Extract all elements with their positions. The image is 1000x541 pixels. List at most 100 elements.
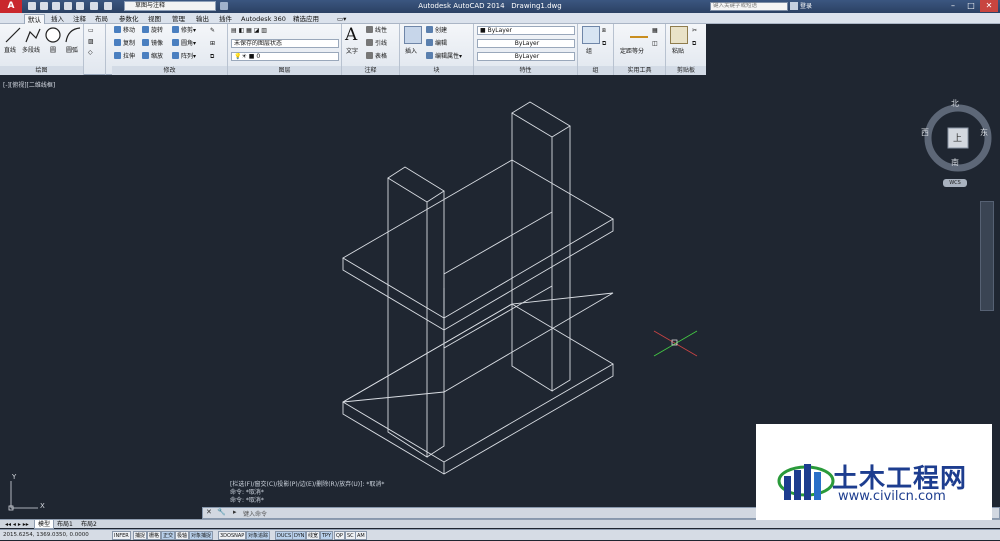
- tab-layout[interactable]: 布局: [92, 14, 111, 24]
- divide-label[interactable]: 定距等分: [620, 46, 644, 55]
- tab-autodesk360[interactable]: Autodesk 360: [238, 14, 289, 24]
- tab-insert[interactable]: 插入: [48, 14, 67, 24]
- group-edit-icon[interactable]: ⧉: [602, 39, 606, 48]
- clipboard-panel-title[interactable]: 剪贴板: [666, 66, 706, 75]
- lineweight-dropdown[interactable]: ByLayer: [477, 52, 575, 61]
- workspace-dropdown[interactable]: 草图与注释: [124, 1, 216, 11]
- tab-layout1[interactable]: 布局1: [54, 520, 76, 529]
- groups-panel-title[interactable]: 组: [578, 66, 613, 75]
- tab-view[interactable]: 视图: [145, 14, 164, 24]
- plot-icon[interactable]: [76, 2, 84, 10]
- toggle-dyn[interactable]: DYN: [292, 531, 307, 540]
- save-icon[interactable]: [52, 2, 60, 10]
- paste-label[interactable]: 粘贴: [672, 46, 684, 55]
- offset-icon[interactable]: ⧉: [210, 52, 214, 61]
- tab-layout2[interactable]: 布局2: [78, 520, 100, 529]
- insert-label[interactable]: 插入: [405, 46, 417, 55]
- layers-panel-title[interactable]: 图层: [228, 66, 341, 75]
- tab-parametric[interactable]: 参数化: [116, 14, 142, 24]
- arc-icon[interactable]: [64, 26, 82, 44]
- navigation-bar[interactable]: [980, 201, 994, 311]
- wcs-menu[interactable]: WCS: [943, 179, 967, 187]
- group-label[interactable]: 组: [586, 46, 592, 55]
- edit-attributes-tool[interactable]: 编辑属性▾: [426, 52, 462, 61]
- linear-dim-tool[interactable]: 线性: [366, 26, 387, 35]
- viewcube-south[interactable]: 南: [951, 157, 959, 168]
- group-icon[interactable]: [582, 26, 600, 44]
- copy-tool[interactable]: 复制: [114, 39, 135, 48]
- utilities-panel-title[interactable]: 实用工具: [614, 66, 665, 75]
- trim-tool[interactable]: 修剪▾: [172, 26, 196, 35]
- close-command-icon[interactable]: ✕: [206, 508, 212, 516]
- toggle-polar[interactable]: 极轴: [175, 531, 190, 540]
- text-label[interactable]: 文字: [346, 46, 358, 55]
- layout-nav-icons[interactable]: ◂◂ ◂ ▸ ▸▸: [2, 520, 32, 529]
- layer-dropdown[interactable]: 💡☀ ■ 0: [231, 52, 339, 61]
- layer-tools-icons[interactable]: ▤ ◧ ▦ ◪ ▥: [231, 26, 267, 35]
- login-button[interactable]: 登录: [800, 1, 812, 12]
- stretch-tool[interactable]: 拉伸: [114, 52, 135, 61]
- viewcube-top-face[interactable]: 上: [953, 131, 962, 144]
- coordinate-readout[interactable]: 2015.6254, 1369.0350, 0.0000: [3, 530, 89, 541]
- rectangle-icon[interactable]: ▭: [88, 26, 94, 35]
- ungroup-icon[interactable]: ⧈: [602, 26, 606, 35]
- edit-block-tool[interactable]: 编辑: [426, 39, 447, 48]
- toggle-ducs[interactable]: DUCS: [275, 531, 294, 540]
- open-icon[interactable]: [40, 2, 48, 10]
- tab-output[interactable]: 输出: [193, 14, 212, 24]
- rotate-tool[interactable]: 旋转: [142, 26, 163, 35]
- layer-state-dropdown[interactable]: 未保存的图层状态: [231, 39, 339, 48]
- toggle-infer[interactable]: INFER: [112, 531, 131, 540]
- viewcube-east[interactable]: 东: [980, 127, 988, 138]
- application-button[interactable]: A: [0, 0, 22, 13]
- toggle-qp[interactable]: QP: [334, 531, 345, 540]
- region-icon[interactable]: ◇: [88, 48, 93, 57]
- cut-icon[interactable]: ✂: [692, 26, 697, 35]
- linetype-dropdown[interactable]: ByLayer: [477, 39, 575, 48]
- leader-tool[interactable]: 引线: [366, 39, 387, 48]
- color-dropdown[interactable]: ■ ByLayer: [477, 26, 575, 35]
- annotation-panel-title[interactable]: 注释: [342, 66, 399, 75]
- viewcube-west[interactable]: 西: [921, 127, 929, 138]
- paste-icon[interactable]: [670, 26, 688, 44]
- new-icon[interactable]: [28, 2, 36, 10]
- fillet-tool[interactable]: 圆角▾: [172, 39, 196, 48]
- calculator-icon[interactable]: ▦: [652, 26, 658, 35]
- close-icon[interactable]: ✕: [980, 0, 998, 12]
- tab-featured-apps[interactable]: 精选应用: [290, 14, 322, 24]
- maximize-icon[interactable]: □: [962, 0, 980, 12]
- toggle-osnap[interactable]: 对象捕捉: [189, 531, 214, 540]
- hatch-icon[interactable]: ▨: [88, 37, 94, 46]
- tab-default[interactable]: 默认: [24, 14, 45, 24]
- text-icon[interactable]: A: [345, 26, 363, 44]
- viewcube-north[interactable]: 北: [951, 98, 959, 109]
- minimize-icon[interactable]: –: [944, 0, 962, 12]
- toggle-otrack[interactable]: 对象追踪: [246, 531, 271, 540]
- explode-icon[interactable]: ⊞: [210, 39, 215, 48]
- line-label[interactable]: 直线: [4, 45, 16, 54]
- insert-block-icon[interactable]: [404, 26, 422, 44]
- table-tool[interactable]: 表格: [366, 52, 387, 61]
- modify-panel-title[interactable]: 修改: [112, 66, 227, 75]
- toggle-ortho[interactable]: 正交: [161, 531, 176, 540]
- save-as-icon[interactable]: [64, 2, 72, 10]
- properties-panel-title[interactable]: 特性: [474, 66, 577, 75]
- erase-icon[interactable]: ✎: [210, 26, 215, 35]
- toggle-tpy[interactable]: TPY: [320, 531, 334, 540]
- circle-icon[interactable]: [44, 26, 62, 44]
- undo-icon[interactable]: [90, 2, 98, 10]
- mirror-tool[interactable]: 镜像: [142, 39, 163, 48]
- toggle-3dosnap[interactable]: 3DOSNAP: [218, 531, 247, 540]
- draw-panel-title[interactable]: 绘图: [0, 66, 83, 75]
- circle-label[interactable]: 圆: [50, 45, 56, 54]
- tab-plugins[interactable]: 插件: [216, 14, 235, 24]
- measure-icon[interactable]: [630, 28, 648, 38]
- polyline-label[interactable]: 多段线: [22, 45, 40, 54]
- toggle-am[interactable]: AM: [355, 531, 367, 540]
- toggle-lineweight[interactable]: 线宽: [306, 531, 321, 540]
- line-icon[interactable]: [4, 26, 22, 44]
- customize-command-icon[interactable]: 🔧: [217, 508, 226, 516]
- toggle-grid[interactable]: 栅格: [147, 531, 162, 540]
- arc-label[interactable]: 圆弧: [66, 45, 78, 54]
- tab-model[interactable]: 模型: [34, 520, 55, 529]
